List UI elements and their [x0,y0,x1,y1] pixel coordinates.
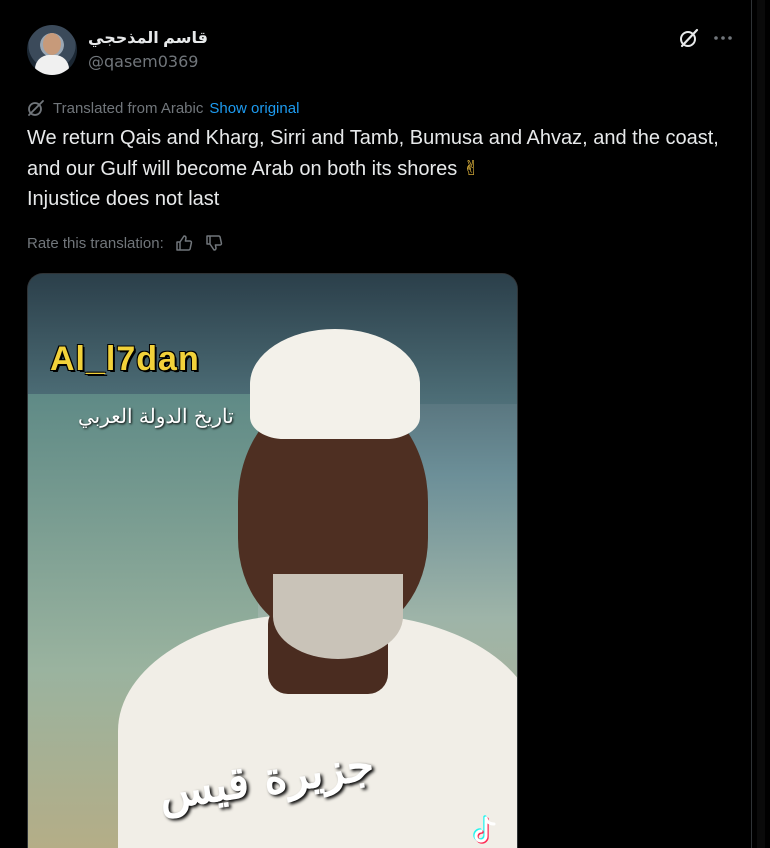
avatar[interactable] [27,25,77,75]
video-figure-beard [273,574,403,659]
video-watermark: Al_l7dan [50,340,200,378]
show-original-link[interactable]: Show original [209,100,299,117]
video-sub-watermark: تاريخ الدولة العربي [78,404,234,428]
tweet-post: قاسم المذحجي @qasem0369 Translated from … [0,0,752,848]
display-name[interactable]: قاسم المذحجي [88,28,208,48]
scrollbar[interactable] [752,0,770,848]
translate-icon [27,99,45,117]
video-figure-cap [250,329,420,439]
scrollbar-thumb[interactable] [757,0,765,848]
victory-hand-emoji: ✌ [462,156,480,180]
video-media[interactable]: Al_l7dan تاريخ الدولة العربي جزيرة قيس [27,273,518,848]
tiktok-logo-icon [468,814,502,848]
tweet-text: We return Qais and Kharg, Sirri and Tamb… [27,123,727,214]
user-handle[interactable]: @qasem0369 [88,52,198,71]
rate-translation: Rate this translation: [27,233,224,253]
translated-label: Translated from Arabic [53,99,204,117]
thumbs-up-icon[interactable] [174,233,194,253]
translation-info: Translated from Arabic Show original [27,98,299,118]
rate-translation-label: Rate this translation: [27,234,164,252]
tweet-text-line-2: Injustice does not last [27,188,220,210]
more-options-icon[interactable] [712,28,734,48]
avatar-face [43,33,61,55]
grok-icon[interactable] [678,27,700,49]
avatar-body [35,55,69,75]
thumbs-down-icon[interactable] [204,233,224,253]
tweet-text-body: We return Qais and Kharg, Sirri and Tamb… [27,127,719,180]
tweet-text-line-1: We return Qais and Kharg, Sirri and Tamb… [27,123,727,184]
